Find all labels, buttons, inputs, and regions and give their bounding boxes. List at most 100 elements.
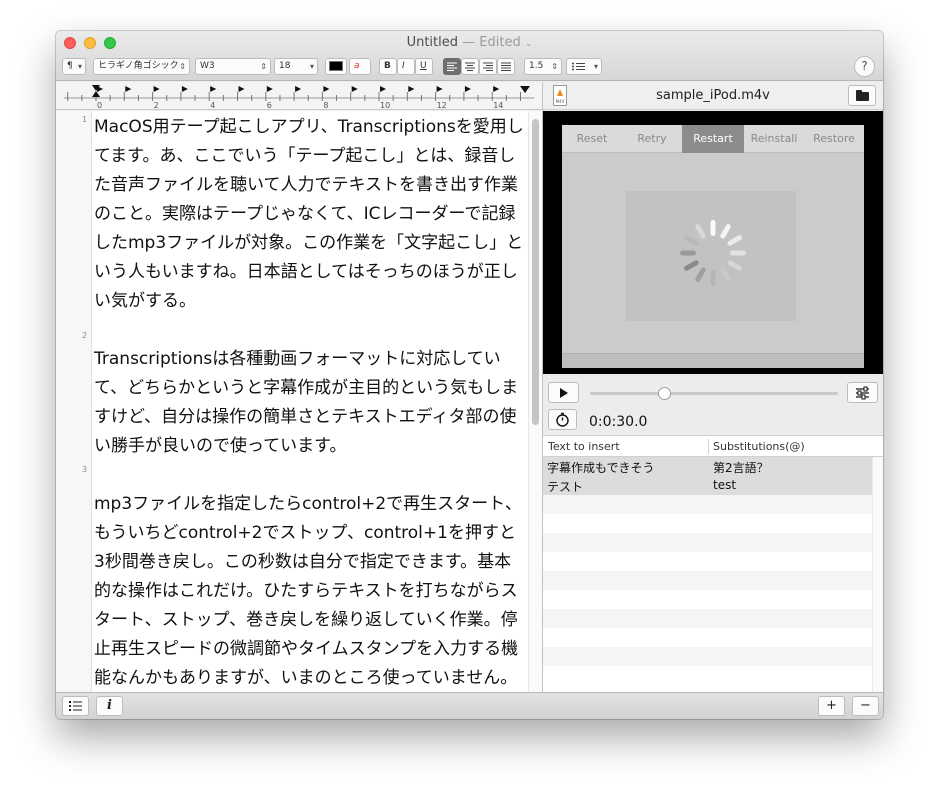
minus-icon: − [860, 698, 871, 713]
align-right-button[interactable] [479, 58, 497, 75]
table-row[interactable] [543, 514, 872, 533]
open-media-button[interactable] [848, 85, 876, 106]
align-left-button[interactable] [443, 58, 461, 75]
list-style-popup[interactable]: ▾ [566, 58, 602, 75]
tab-stop-marker[interactable] [464, 86, 471, 92]
font-size-combo[interactable]: 18 ▾ [274, 58, 318, 75]
paragraph[interactable]: Transcriptionsは各種動画フォーマットに対応していて、どちらかという… [94, 345, 526, 461]
video-tab-retry: Retry [637, 132, 667, 145]
line-number: 3 [82, 465, 88, 474]
help-button[interactable]: ? [854, 56, 875, 77]
tab-stop-marker[interactable] [210, 86, 217, 92]
ruler-label: 12 [437, 101, 447, 110]
cell-substitution[interactable]: 第2言語？ [713, 459, 769, 476]
tab-stop-marker[interactable] [408, 86, 415, 92]
underline-button[interactable]: U [415, 58, 433, 75]
app-window: Untitled — Edited ⌄ ¶ ▾ ヒラギノ角ゴシック ⇕ W3 ⇕… [56, 31, 883, 719]
list-icon [572, 62, 585, 71]
tab-stop-marker[interactable] [181, 86, 188, 92]
line-spacing-popup[interactable]: 1.5 ⇕ [524, 58, 562, 75]
playback-settings-button[interactable] [847, 382, 878, 403]
tab-stop-marker[interactable] [125, 86, 132, 92]
video-frame-footer [562, 353, 864, 368]
font-weight-popup[interactable]: W3 ⇕ [195, 58, 271, 75]
loading-spinner-area [626, 191, 796, 321]
tab-stop-marker[interactable] [295, 86, 302, 92]
tab-stop-marker[interactable] [153, 86, 160, 92]
align-justify-button[interactable] [497, 58, 515, 75]
tab-stop-marker[interactable] [436, 86, 443, 92]
tab-stop-marker[interactable] [351, 86, 358, 92]
bold-button[interactable]: B [379, 58, 397, 75]
text-editor[interactable]: 1 2 3 MacOS用テープ起こしアプリ、Transcriptionsを愛用し… [56, 111, 542, 692]
ruler-label: 0 [97, 101, 102, 110]
table-row[interactable] [543, 590, 872, 609]
table-row[interactable]: 字幕作成もできそう 第2言語？ [543, 457, 872, 476]
tab-stop-marker[interactable] [266, 86, 273, 92]
chevron-down-icon: ⌄ [524, 39, 533, 49]
table-row[interactable] [543, 533, 872, 552]
text-color-well[interactable] [325, 58, 347, 75]
line-number-gutter: 1 2 3 [56, 111, 92, 692]
line-number: 1 [82, 115, 88, 124]
table-row[interactable] [543, 552, 872, 571]
tab-stop-marker[interactable] [323, 86, 330, 92]
tab-stop-marker[interactable] [238, 86, 245, 92]
playback-controls: 0:0:30.0 [543, 374, 883, 436]
cell-text-to-insert[interactable]: 字幕作成もできそう [547, 459, 655, 476]
play-button[interactable] [548, 382, 579, 403]
document-text[interactable]: MacOS用テープ起こしアプリ、Transcriptionsを愛用してます。あ、… [94, 113, 526, 692]
table-row[interactable] [543, 495, 872, 514]
video-frame-tabs: Reset Retry Restart Reinstall Restore [562, 125, 864, 153]
paragraph[interactable]: mp3ファイルを指定したらcontrol+2で再生スタート、もういちどcontr… [94, 490, 526, 692]
spinner-spoke [684, 235, 699, 246]
table-row[interactable] [543, 628, 872, 647]
add-row-button[interactable]: + [818, 696, 845, 716]
table-row[interactable] [543, 647, 872, 666]
cell-substitution[interactable]: test [713, 478, 736, 492]
paragraph[interactable]: MacOS用テープ起こしアプリ、Transcriptionsを愛用してます。あ、… [94, 113, 526, 316]
table-row[interactable] [543, 571, 872, 590]
playback-slider-track[interactable] [590, 392, 838, 395]
column-header-text-to-insert[interactable]: Text to insert [548, 440, 620, 453]
playback-slider-knob[interactable] [658, 387, 672, 400]
tab-stop-marker[interactable] [493, 86, 500, 92]
table-scrollbar[interactable] [872, 457, 883, 692]
timer-button[interactable] [548, 409, 577, 430]
title-bar: Untitled — Edited ⌄ ¶ ▾ ヒラギノ角ゴシック ⇕ W3 ⇕… [56, 31, 883, 81]
spinner-spoke [710, 220, 716, 236]
left-indent-marker[interactable] [92, 91, 100, 97]
background-color-well[interactable]: a [349, 58, 371, 75]
table-row[interactable] [543, 609, 872, 628]
substitutions-table[interactable]: Text to insert Substitutions(@) 字幕作成もできそ… [543, 436, 883, 692]
table-row[interactable]: テスト test [543, 476, 872, 495]
cell-text-to-insert[interactable]: テスト [547, 478, 583, 495]
right-margin-marker[interactable] [520, 86, 530, 93]
font-family-value: ヒラギノ角ゴシック [98, 61, 179, 71]
spinner-spoke [684, 260, 699, 271]
outline-button[interactable] [62, 696, 89, 716]
italic-button[interactable]: I [397, 58, 415, 75]
table-header: Text to insert Substitutions(@) [543, 436, 883, 457]
loading-spinner-icon [680, 220, 746, 286]
tab-stop-marker[interactable] [380, 86, 386, 92]
info-button[interactable]: i [96, 696, 123, 716]
paragraph-style-popup[interactable]: ¶ ▾ [62, 58, 86, 75]
font-family-popup[interactable]: ヒラギノ角ゴシック ⇕ [93, 58, 190, 75]
ruler-label: 8 [323, 101, 328, 110]
ruler-label: 6 [267, 101, 272, 110]
align-center-button[interactable] [461, 58, 479, 75]
sliders-icon [856, 386, 869, 400]
window-title[interactable]: Untitled — Edited ⌄ [56, 35, 883, 50]
list-icon [69, 701, 82, 711]
font-size-value: 18 [279, 61, 291, 71]
editor-scrollbar-thumb[interactable] [532, 119, 539, 425]
media-file-header: sample_iPod.m4v [543, 82, 883, 110]
spinner-spoke [680, 250, 696, 256]
remove-row-button[interactable]: − [852, 696, 879, 716]
column-header-substitutions[interactable]: Substitutions(@) [713, 440, 805, 453]
ruler[interactable]: 0 2 4 6 8 10 12 14 [56, 82, 542, 110]
table-row[interactable] [543, 666, 872, 685]
video-tab-restore: Restore [813, 132, 855, 145]
up-down-arrows-icon: ⇕ [551, 62, 558, 71]
